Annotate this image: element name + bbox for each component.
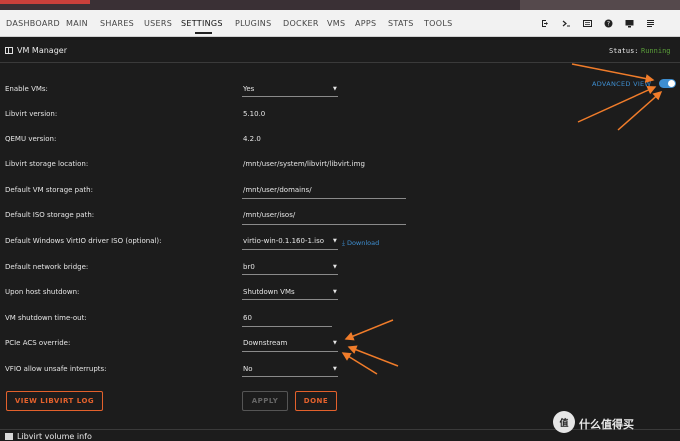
annotation-arrows — [341, 63, 663, 375]
arrow — [571, 63, 655, 83]
arrow — [617, 91, 663, 131]
arrow — [347, 345, 399, 367]
arrow — [344, 319, 394, 341]
arrow — [577, 86, 657, 123]
